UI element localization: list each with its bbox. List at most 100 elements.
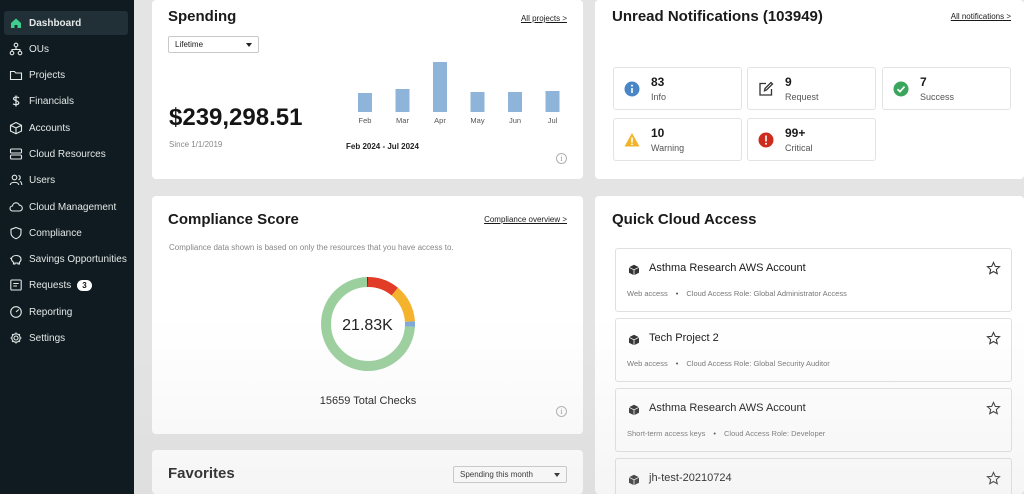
sidebar-item-cloud-management[interactable]: Cloud Management <box>4 195 128 219</box>
star-icon[interactable] <box>986 261 1001 276</box>
spending-period-select[interactable]: Lifetime <box>168 36 259 53</box>
notification-critical-tile[interactable]: 99+ Critical <box>747 118 876 161</box>
sidebar-item-label: OUs <box>29 43 49 55</box>
favorites-sort-select[interactable]: Spending this month <box>453 466 567 483</box>
notification-success-tile[interactable]: 7 Success <box>882 67 1011 110</box>
star-icon[interactable] <box>986 471 1001 486</box>
total-checks-label: 15659 Total Checks <box>319 395 417 407</box>
notification-count: 99+ <box>785 126 806 140</box>
notification-info-tile[interactable]: 83 Info <box>613 67 742 110</box>
sidebar-item-label: Users <box>29 174 56 186</box>
users-icon <box>9 173 23 187</box>
cube-icon <box>628 404 640 416</box>
notification-label: Success <box>920 92 955 102</box>
sidebar-item-label: Dashboard <box>29 17 82 29</box>
separator-dot: • <box>713 429 716 438</box>
bar-month-label: Mar <box>396 116 409 125</box>
bar-month-label: May <box>470 116 484 125</box>
compliance-description: Compliance data shown is based on only t… <box>169 243 454 252</box>
sidebar-item-label: Cloud Resources <box>29 148 106 160</box>
sidebar-item-label: Financials <box>29 95 75 107</box>
spending-period-value: Lifetime <box>175 40 204 49</box>
sidebar-item-reporting[interactable]: Reporting <box>4 300 128 324</box>
total-spend-amount: $239,298.51 <box>169 104 303 131</box>
notification-count: 7 <box>920 75 927 89</box>
spend-bar[interactable] <box>508 92 522 112</box>
spending-bar-chart: Feb Mar Apr May Jun Jul <box>358 62 560 125</box>
notifications-title: Unread Notifications (103949) <box>612 8 823 25</box>
access-type: Web access <box>627 359 668 368</box>
quick-access-item[interactable]: jh-test-20210724 <box>615 458 1012 494</box>
access-role: Cloud Access Role: Global Administrator … <box>686 289 847 298</box>
access-details: Web access • Cloud Access Role: Global Sec… <box>627 359 830 368</box>
gear-icon <box>9 331 23 345</box>
access-type: Web access <box>627 289 668 298</box>
notification-label: Request <box>785 92 819 102</box>
sidebar-item-cloud-resources[interactable]: Cloud Resources <box>4 142 128 166</box>
sidebar: Dashboard OUs Projects Financials Accoun… <box>0 0 134 494</box>
chart-period-label: Feb 2024 - Jul 2024 <box>346 142 419 151</box>
sidebar-item-users[interactable]: Users <box>4 168 128 192</box>
sidebar-item-settings[interactable]: Settings <box>4 326 128 350</box>
notification-label: Critical <box>785 143 813 153</box>
access-type: Short-term access keys <box>627 429 706 438</box>
sidebar-item-compliance[interactable]: Compliance <box>4 221 128 245</box>
sidebar-item-dashboard[interactable]: Dashboard <box>4 11 128 35</box>
sidebar-item-projects[interactable]: Projects <box>4 63 128 87</box>
notification-count: 10 <box>651 126 665 140</box>
bar-month-label: Apr <box>434 116 446 125</box>
requests-count-badge: 3 <box>77 279 92 291</box>
org-tree-icon <box>9 42 23 56</box>
spend-bar[interactable] <box>395 89 410 112</box>
sidebar-item-requests[interactable]: Requests 3 <box>4 273 128 297</box>
chevron-down-icon <box>246 42 252 47</box>
compliance-overview-link[interactable]: Compliance overview > <box>484 215 567 224</box>
all-notifications-link[interactable]: All notifications > <box>951 12 1011 21</box>
quick-access-item[interactable]: Asthma Research AWS Account Web access • C… <box>615 248 1012 312</box>
compliance-title: Compliance Score <box>168 211 299 228</box>
server-icon <box>9 147 23 161</box>
sidebar-item-ous[interactable]: OUs <box>4 37 128 61</box>
warning-icon <box>624 133 640 147</box>
access-role: Cloud Access Role: Developer <box>724 429 826 438</box>
notification-label: Info <box>651 92 667 102</box>
separator-dot: • <box>675 289 679 298</box>
star-icon[interactable] <box>986 331 1001 346</box>
all-projects-link[interactable]: All projects > <box>521 14 567 23</box>
account-name: Asthma Research AWS Account <box>649 402 806 414</box>
sidebar-item-financials[interactable]: Financials <box>4 89 128 113</box>
chevron-down-icon <box>554 472 560 477</box>
star-icon[interactable] <box>986 401 1001 416</box>
cube-icon <box>628 474 640 486</box>
sidebar-item-accounts[interactable]: Accounts <box>4 116 128 140</box>
quick-access-item[interactable]: Tech Project 2 Web access • Cloud Access R… <box>615 318 1012 382</box>
spend-since-date: Since 1/1/2019 <box>169 140 223 149</box>
inbox-icon <box>9 278 23 292</box>
sidebar-item-savings-opportunities[interactable]: Savings Opportunities <box>4 247 128 271</box>
account-name: Tech Project 2 <box>649 332 719 344</box>
bar-month-label: Jun <box>509 116 521 125</box>
separator-dot: • <box>675 359 679 368</box>
quick-cloud-access-card: Quick Cloud Access Asthma Research AWS A… <box>595 196 1024 494</box>
sidebar-item-label: Accounts <box>29 122 71 134</box>
access-details: Short-term access keys • Cloud Access Role… <box>627 429 825 438</box>
account-name: jh-test-20210724 <box>649 472 732 484</box>
bar-month-label: Jul <box>548 116 558 125</box>
info-icon[interactable]: i <box>556 406 567 417</box>
favorites-card: Favorites Spending this month <box>152 450 583 494</box>
spend-bar[interactable] <box>358 93 372 112</box>
spend-bar[interactable] <box>433 62 447 112</box>
notification-count: 83 <box>651 75 665 89</box>
shield-icon <box>9 226 23 240</box>
notification-warning-tile[interactable]: 10 Warning <box>613 118 742 161</box>
quick-cloud-access-title: Quick Cloud Access <box>612 211 757 228</box>
spend-bar[interactable] <box>470 92 485 112</box>
favorites-sort-value: Spending this month <box>460 470 533 479</box>
spend-bar[interactable] <box>545 91 560 112</box>
info-icon[interactable]: i <box>556 153 567 164</box>
quick-access-item[interactable]: Asthma Research AWS Account Short-term a… <box>615 388 1012 452</box>
sidebar-item-label: Cloud Management <box>29 201 117 213</box>
compliance-score-value: 21.83K <box>342 317 393 334</box>
notification-request-tile[interactable]: 9 Request <box>747 67 876 110</box>
check-circle-icon <box>893 81 909 97</box>
